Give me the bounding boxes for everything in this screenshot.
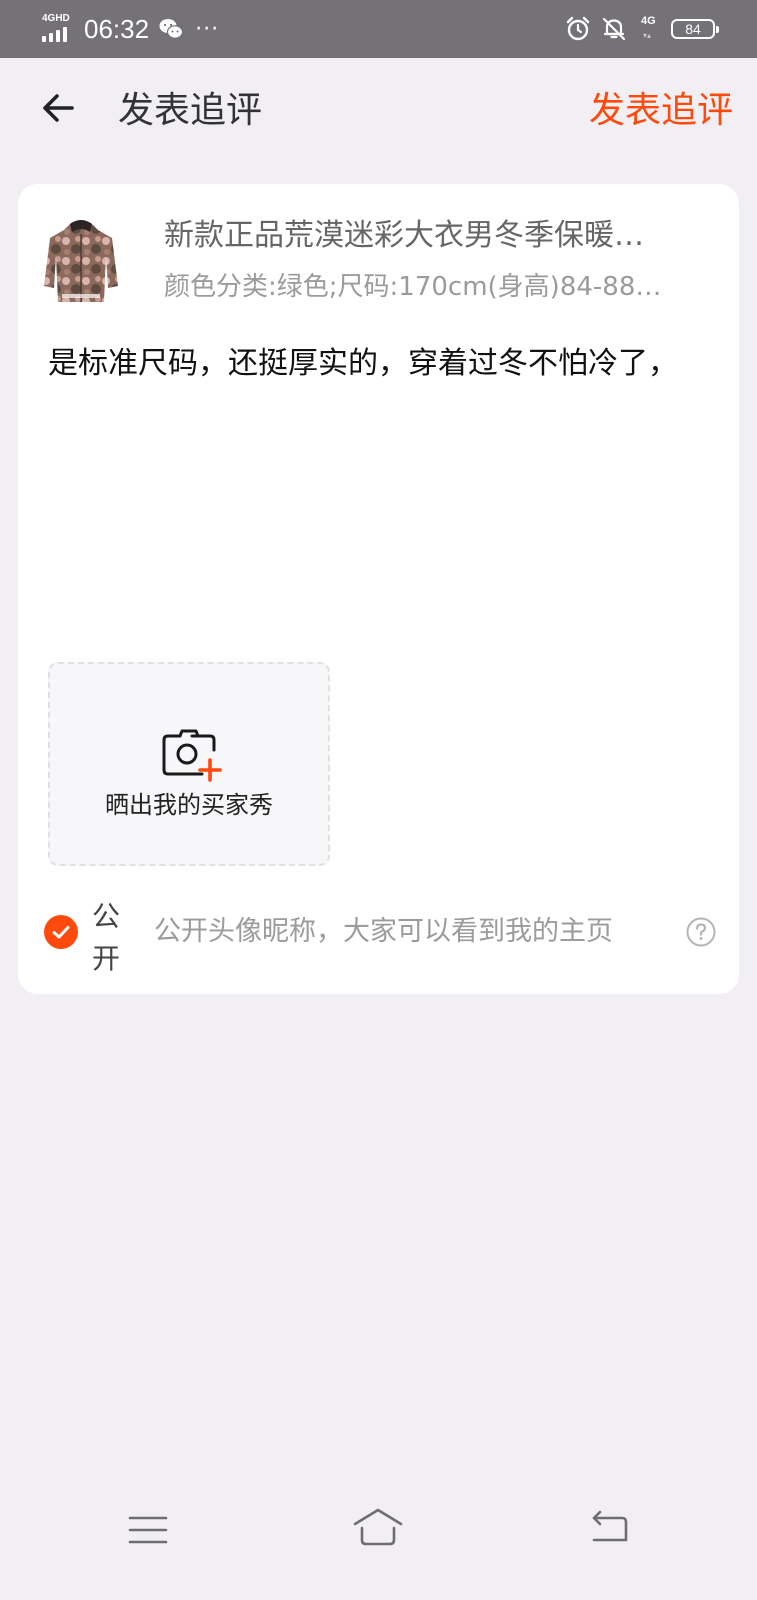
bell-off-icon xyxy=(602,17,626,41)
status-bar-right: 4G ▾▴ 84 xyxy=(565,12,719,46)
battery-level: 84 xyxy=(685,21,701,37)
system-navigation-bar xyxy=(0,1480,757,1600)
page-title: 发表追评 xyxy=(118,90,263,131)
back-arrow-icon[interactable] xyxy=(38,88,78,128)
product-title[interactable]: 新款正品荒漠迷彩大衣男冬季保暖… xyxy=(164,214,719,258)
signal-icon: 4GHD xyxy=(40,14,76,44)
menu-icon[interactable] xyxy=(128,1512,168,1548)
battery-icon: 84 xyxy=(671,19,719,39)
network-label: 4GHD xyxy=(42,13,70,24)
public-label[interactable]: 公开 xyxy=(92,896,126,980)
status-time: 06:32 xyxy=(84,13,150,44)
help-icon[interactable] xyxy=(686,917,716,947)
upload-label: 晒出我的买家秀 xyxy=(105,791,273,819)
back-icon[interactable] xyxy=(590,1508,630,1548)
home-icon[interactable] xyxy=(352,1506,404,1550)
product-sku: 颜色分类:绿色;尺码:170cm(身高)84-88… xyxy=(164,272,662,302)
status-bar-left: 4GHD 06:32 ··· xyxy=(40,12,219,46)
more-notifications: ··· xyxy=(195,16,220,42)
upload-photo-button[interactable]: 晒出我的买家秀 xyxy=(48,662,330,866)
publish-button[interactable]: 发表追评 xyxy=(589,86,733,136)
mobile-data-icon: 4G ▾▴ xyxy=(641,15,656,40)
camera-plus-icon xyxy=(162,729,222,782)
public-description: 公开头像昵称，大家可以看到我的主页 xyxy=(154,916,613,947)
status-bar: 4GHD 06:32 ··· 4G ▾▴ 84 xyxy=(0,0,757,58)
mobile-label: 4G xyxy=(641,15,656,27)
product-thumbnail[interactable] xyxy=(42,216,120,306)
review-textarea[interactable]: 是标准尺码，还挺厚实的，穿着过冬不怕冷了， xyxy=(48,336,708,392)
review-card: 新款正品荒漠迷彩大衣男冬季保暖… 颜色分类:绿色;尺码:170cm(身高)84-… xyxy=(18,184,739,994)
alarm-icon xyxy=(566,16,590,41)
wechat-icon xyxy=(159,19,184,39)
check-circle-icon[interactable] xyxy=(44,915,78,949)
header-bar: 发表追评 发表追评 xyxy=(0,58,757,166)
